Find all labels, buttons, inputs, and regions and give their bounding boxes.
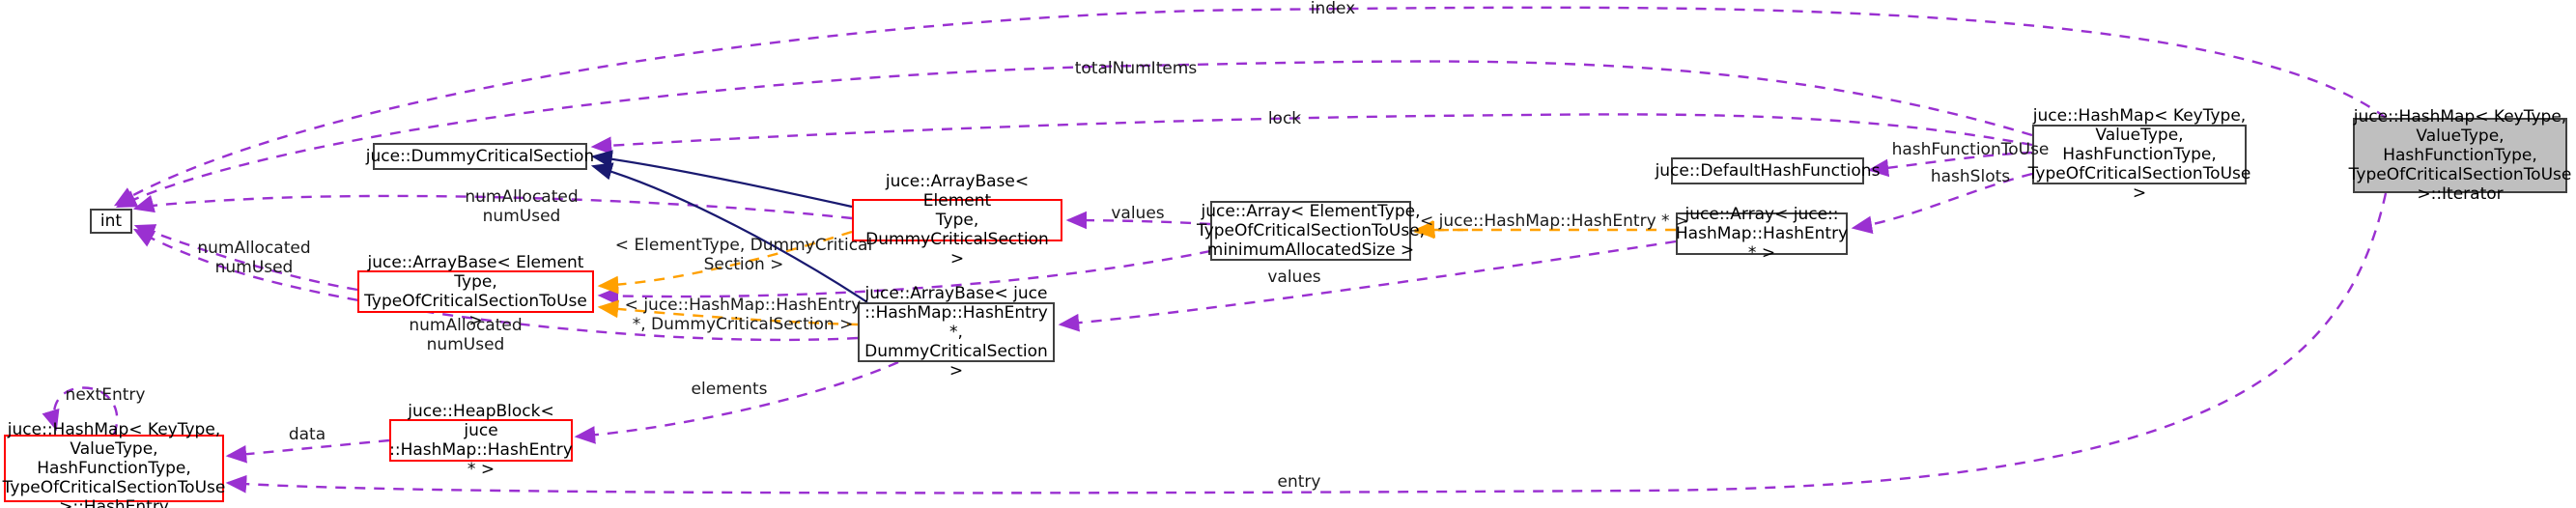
edge-label-numAllocated-top: numAllocated numUsed <box>465 187 579 226</box>
inheritance-edges <box>590 150 868 303</box>
edge-label-hashentry-template: < juce::HashMap::HashEntry * > <box>1420 212 1689 231</box>
node-arraybase_element_dummy[interactable]: juce::ArrayBase< Element Type, DummyCriti… <box>852 172 1062 268</box>
node-array_elementtype[interactable]: juce::Array< ElementType, TypeOfCriticalS… <box>1197 201 1425 261</box>
node-dummy_critical_section[interactable]: juce::DummyCriticalSection <box>366 143 594 170</box>
node-label: int <box>99 211 123 231</box>
node-label: juce::Array< ElementType, TypeOfCriticalS… <box>1196 201 1426 261</box>
node-label: juce::HeapBlock< juce::HashMap::HashEntr… <box>389 401 573 480</box>
node-int[interactable]: int <box>90 209 132 234</box>
edge-label-entry: entry <box>1277 472 1321 492</box>
edge-label-hashentry-dummy-template: < juce::HashMap::HashEntry *, DummyCriti… <box>624 296 862 334</box>
edge-label-numAllocated-mid: numAllocated numUsed <box>197 239 311 277</box>
edge-label-data: data <box>288 425 326 444</box>
edge-label-numAllocated-bot: numAllocated numUsed <box>409 316 523 354</box>
node-label: juce::HashMap< KeyType, ValueType, HashFu… <box>2348 106 2572 205</box>
edge-label-hashSlots: hashSlots <box>1930 167 2011 186</box>
node-label: juce::ArrayBase< Element Type, DummyCriti… <box>865 171 1049 269</box>
edge-label-elements: elements <box>691 380 768 399</box>
node-hashmap_hashentry[interactable]: juce::HashMap< KeyType, ValueType, HashFu… <box>3 420 226 508</box>
node-heapblock_hashentry[interactable]: juce::HeapBlock< juce::HashMap::HashEntr… <box>389 402 573 479</box>
collaboration-diagram-canvas: int juce::DummyCriticalSectionjuce::Array… <box>0 0 2576 508</box>
edge-label-values-1: values <box>1111 204 1165 223</box>
node-arraybase_hashentry_dummy[interactable]: juce::ArrayBase< juce::HashMap::HashEntr… <box>858 284 1055 381</box>
edge-label-totalNumItems: totalNumItems <box>1074 59 1198 78</box>
edge-label-elementtype-dummy: < ElementType, DummyCritical Section > <box>614 236 873 274</box>
node-label: juce::HashMap< KeyType, ValueType, HashFu… <box>2 419 226 508</box>
edge-label-hashFunctionToUse: hashFunctionToUse <box>1891 140 2050 159</box>
node-arraybase_element_tocs[interactable]: juce::ArrayBase< Element Type, TypeOfCrit… <box>357 253 594 330</box>
node-label: juce::Array< juce:: HashMap::HashEntry * … <box>1675 204 1849 264</box>
node-hashmap_iterator[interactable]: juce::HashMap< KeyType, ValueType, HashFu… <box>2349 107 2572 204</box>
edge-label-values-2: values <box>1267 268 1321 287</box>
edge-label-nextEntry: nextEntry <box>65 385 146 405</box>
node-label: juce::DefaultHashFunctions <box>1655 160 1881 181</box>
edge-label-index: index <box>1310 0 1356 18</box>
node-default_hash_functions[interactable]: juce::DefaultHashFunctions <box>1656 157 1880 184</box>
edge-label-lock: lock <box>1267 109 1302 128</box>
node-label: juce::DummyCriticalSection <box>365 146 595 166</box>
node-label: juce::ArrayBase< juce::HashMap::HashEntr… <box>864 283 1048 381</box>
node-array_hashentry[interactable]: juce::Array< juce:: HashMap::HashEntry * … <box>1676 205 1848 263</box>
